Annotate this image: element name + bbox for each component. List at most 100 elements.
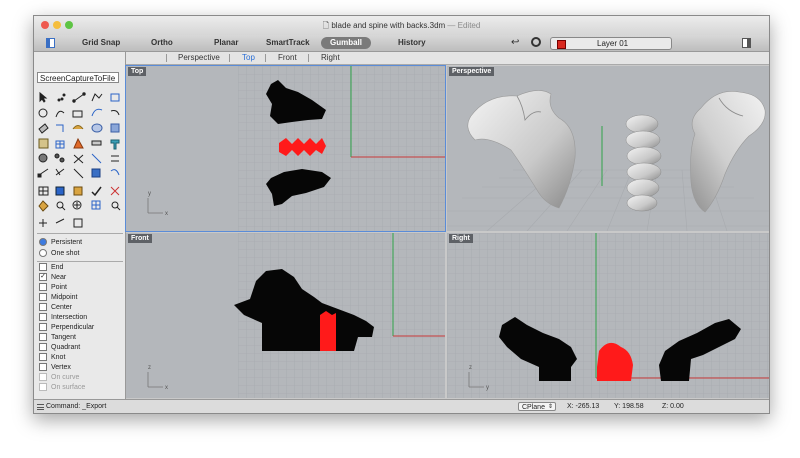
osnap-knot[interactable]: Knot xyxy=(39,353,65,363)
osnap-vertex[interactable]: Vertex xyxy=(39,363,71,373)
viewport-perspective[interactable]: Perspective xyxy=(447,66,769,231)
tab-right[interactable]: Right xyxy=(321,52,340,64)
blade-perspective-right[interactable] xyxy=(690,91,766,213)
osnap-label: Vertex xyxy=(51,364,71,371)
osnap-label: Center xyxy=(51,304,73,311)
viewport-front[interactable]: Front z x xyxy=(126,233,445,398)
osnap-on-curve: On curve xyxy=(39,373,79,383)
checkbox-near[interactable]: ✓ xyxy=(39,273,47,282)
osnap-end[interactable]: End xyxy=(39,263,63,273)
osnap-label: Knot xyxy=(51,354,66,361)
radio-one-shot[interactable] xyxy=(39,249,47,258)
title-bar: 🗋 blade and spine with backs.3dm — Edite… xyxy=(34,16,769,35)
viewport-label-perspective[interactable]: Perspective xyxy=(449,67,495,76)
osnap-mode-one-shot[interactable]: One shot xyxy=(39,249,79,259)
osnap-label: Tangent xyxy=(51,334,76,341)
window-title: blade and spine with backs.3dm xyxy=(331,21,446,30)
osnap-intersection[interactable]: Intersection xyxy=(39,313,87,323)
checkbox-perpendicular[interactable] xyxy=(39,323,47,332)
tab-separator xyxy=(265,54,266,62)
panel-toggle-icon[interactable] xyxy=(742,38,751,48)
checkbox-tangent[interactable] xyxy=(39,333,47,342)
osnap-label: Near xyxy=(51,274,67,281)
radio-persistent[interactable] xyxy=(39,238,47,247)
osnap-quadrant[interactable]: Quadrant xyxy=(39,343,80,353)
close-window-button[interactable] xyxy=(41,21,49,29)
osnap-mode-label: Persistent xyxy=(51,239,83,246)
command-line[interactable]: Command: _Export xyxy=(46,400,106,413)
tool-palette xyxy=(37,91,123,241)
front-viewport-canvas: z x xyxy=(147,233,445,398)
checkbox-quadrant[interactable] xyxy=(39,343,47,352)
command-input[interactable]: ScreenCaptureToFile xyxy=(37,72,119,83)
perspective-viewport-canvas xyxy=(447,90,769,231)
minimize-window-button[interactable] xyxy=(53,21,61,29)
checkbox-point[interactable] xyxy=(39,283,47,292)
checkbox-on-curve xyxy=(39,373,47,382)
status-bar: Command: _Export CPlane ⇕ X: -265.13 Y: … xyxy=(34,399,769,413)
checkbox-end[interactable] xyxy=(39,263,47,272)
cplane-label: CPlane xyxy=(522,404,545,411)
osnap-divider xyxy=(37,233,123,234)
smarttrack-toggle[interactable]: SmartTrack xyxy=(266,35,310,51)
ortho-toggle[interactable]: Ortho xyxy=(151,35,173,51)
checkbox-on-surface xyxy=(39,383,47,392)
layer-color-swatch xyxy=(557,40,566,49)
osnap-label: On surface xyxy=(51,384,86,391)
viewport-top[interactable]: Top y x xyxy=(125,65,446,232)
viewport-label-front[interactable]: Front xyxy=(128,234,152,243)
layer-selector[interactable]: Layer 01 xyxy=(550,37,672,50)
undo-arrow-icon[interactable]: ↩ xyxy=(511,37,519,49)
osnap-perpendicular[interactable]: Perpendicular xyxy=(39,323,94,333)
edited-status: — Edited xyxy=(447,21,481,30)
triad-x-label: x xyxy=(165,385,168,391)
osnap-label: On curve xyxy=(51,374,80,381)
osnap-mode-label: One shot xyxy=(51,250,80,257)
osnap-tangent[interactable]: Tangent xyxy=(39,333,76,343)
zoom-window-button[interactable] xyxy=(65,21,73,29)
osnap-center[interactable]: Center xyxy=(39,303,72,313)
checkbox-center[interactable] xyxy=(39,303,47,312)
viewport-label-top[interactable]: Top xyxy=(128,67,147,76)
main-toolbar: Grid Snap Ortho Planar SmartTrack Gumbal… xyxy=(34,35,769,52)
target-icon[interactable] xyxy=(531,37,541,47)
triad-z-label: z xyxy=(469,365,472,371)
history-toggle[interactable]: History xyxy=(398,35,426,51)
tab-perspective[interactable]: Perspective xyxy=(178,52,220,64)
blade-perspective-left[interactable] xyxy=(467,90,576,209)
grid-snap-toggle[interactable]: Grid Snap xyxy=(82,35,120,51)
triad-y-label: y xyxy=(486,385,489,391)
right-viewport-canvas: z y xyxy=(447,233,769,398)
triad-z-label: z xyxy=(148,365,151,371)
axis-triad xyxy=(147,372,163,388)
osnap-near[interactable]: ✓ Near xyxy=(39,273,66,283)
checkbox-knot[interactable] xyxy=(39,353,47,362)
checkbox-intersection[interactable] xyxy=(39,313,47,322)
tab-top[interactable]: Top xyxy=(242,52,255,64)
osnap-mode-persistent[interactable]: Persistent xyxy=(39,238,82,248)
cplane-selector[interactable]: CPlane ⇕ xyxy=(518,402,556,411)
viewport-label-right[interactable]: Right xyxy=(449,234,473,243)
axis-triad xyxy=(147,198,163,214)
coord-x: X: -265.13 xyxy=(567,403,600,410)
sidebar-toggle-icon[interactable] xyxy=(46,38,55,48)
planar-toggle[interactable]: Planar xyxy=(214,35,238,51)
triad-x-label: x xyxy=(165,211,168,217)
tab-front[interactable]: Front xyxy=(278,52,297,64)
gumball-toggle[interactable]: Gumball xyxy=(321,37,372,49)
tool-palette-icons xyxy=(37,91,121,228)
checkbox-vertex[interactable] xyxy=(39,363,47,372)
coord-z: Z: 0.00 xyxy=(662,403,684,410)
layer-name: Layer 01 xyxy=(597,39,629,48)
command-history-icon[interactable] xyxy=(37,404,44,410)
osnap-label: Intersection xyxy=(51,314,88,321)
viewport-right[interactable]: Right z y xyxy=(447,233,769,398)
osnap-divider xyxy=(37,261,123,262)
osnap-point[interactable]: Point xyxy=(39,283,67,293)
osnap-midpoint[interactable]: Midpoint xyxy=(39,293,77,303)
checkbox-midpoint[interactable] xyxy=(39,293,47,302)
osnap-label: Midpoint xyxy=(51,294,78,301)
spine-perspective[interactable] xyxy=(625,114,662,212)
rhino-window: 🗋 blade and spine with backs.3dm — Edite… xyxy=(33,15,770,414)
triad-y-label: y xyxy=(148,191,151,197)
